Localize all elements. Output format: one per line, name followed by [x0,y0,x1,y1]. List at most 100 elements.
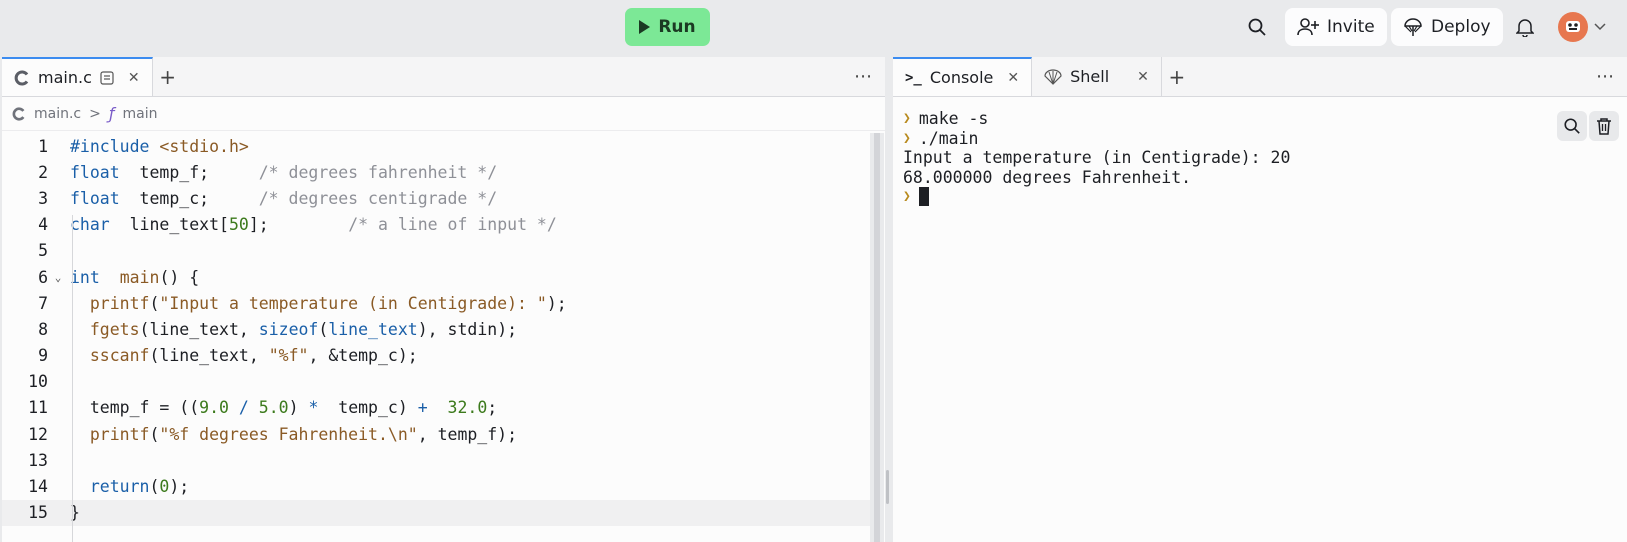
account-menu[interactable] [1558,8,1606,46]
bell-icon [1516,19,1534,37]
shell-icon [1044,68,1062,85]
console-line: ❯ make -s [903,109,989,128]
code-line[interactable]: 6 ⌄ int main() { [2,264,870,290]
invite-button[interactable]: Invite [1285,8,1387,46]
code-line[interactable]: 7 printf("Input a temperature (in Centig… [2,290,870,316]
prompt-icon: ❯ [903,189,911,204]
top-bar: Run Invite Deploy [0,0,1627,56]
code-text: printf("Input a temperature (in Centigra… [89,293,567,313]
breadcrumb-symbol[interactable]: main [123,106,158,122]
line-number: 7 [38,293,48,313]
pane-resize-handle[interactable] [886,470,889,504]
new-tab-button[interactable]: + [153,57,183,96]
run-button-label: Run [658,17,696,37]
console-tab-bar: >_ Console ✕ Shell ✕ + ⋯ [893,57,1627,97]
trash-icon [1597,118,1611,135]
code-line[interactable]: 10 [2,369,870,395]
fold-chevron-icon[interactable]: ⌄ [48,271,68,284]
line-number: 11 [28,398,48,418]
tab-main-c[interactable]: main.c ✕ [2,57,153,96]
code-text: float temp_c; /* degrees centigrade */ [70,188,498,208]
code-line[interactable]: 12 printf("%f degrees Fahrenheit.\n", te… [2,421,870,447]
console-pane: >_ Console ✕ Shell ✕ + ⋯ ❯ make -s ❯ ./main… [893,57,1627,542]
code-line[interactable]: 4 char line_text[50]; /* a line of input … [2,212,870,238]
breadcrumb-file[interactable]: main.c [34,106,81,122]
more-options-icon[interactable]: ⋯ [854,66,873,87]
cursor [918,187,929,207]
close-icon[interactable]: ✕ [1137,69,1149,85]
scrollbar-thumb[interactable] [874,133,880,542]
code-text: } [70,503,80,523]
console-search-button[interactable] [1557,111,1587,141]
console-line: 68.000000 degrees Fahrenheit. [903,167,1192,187]
code-line[interactable]: 5 [2,238,870,264]
line-number: 8 [38,319,48,339]
code-text: return(0); [89,477,190,497]
search-icon [1248,18,1266,36]
console-output[interactable]: ❯ make -s ❯ ./main Input a temperature (in C… [893,97,1627,219]
console-line: Input a temperature (in Centigrade): 20 [903,148,1291,167]
editor-pane: main.c ✕ + ⋯ main.c > ƒ main 1 #include <… [2,57,885,542]
function-icon: ƒ [108,104,115,123]
code-area[interactable]: 1 #include <stdio.h> 2 float temp_f; /* deg… [2,133,870,526]
add-user-icon [1297,18,1319,36]
chevron-down-icon [1594,23,1606,31]
run-button[interactable]: Run [625,8,710,46]
prompt-icon: ❯ [903,130,911,146]
close-icon[interactable]: ✕ [1007,70,1019,86]
new-tab-button[interactable]: + [1162,57,1192,96]
code-line[interactable]: 14 return(0); [2,473,870,499]
avatar [1558,12,1588,42]
code-line[interactable]: 8 fgets(line_text, sizeof(line_text), st… [2,316,870,342]
code-line[interactable]: 11 temp_f = ((9.0 / 5.0) * temp_c) + 32.… [2,395,870,421]
code-text: sscanf(line_text, "%f", &temp_c); [89,346,418,366]
breadcrumb: main.c > ƒ main [2,97,885,131]
line-number: 2 [38,162,48,182]
code-text: int main() { [70,267,200,287]
code-line[interactable]: 13 [2,447,870,473]
console-input-line[interactable]: ❯ [903,187,1617,207]
breadcrumb-separator: > [89,105,101,122]
code-text: float temp_f; /* degrees fahrenheit */ [70,162,498,182]
code-line[interactable]: 3 float temp_c; /* degrees centigrade */ [2,185,870,211]
c-language-icon [14,70,29,85]
search-icon [1564,118,1580,134]
line-number: 5 [38,241,48,261]
tab-label: Console [929,68,994,87]
notifications-button[interactable] [1506,8,1544,46]
close-icon[interactable]: ✕ [128,70,140,86]
deploy-button[interactable]: Deploy [1391,8,1503,46]
code-text: fgets(line_text, sizeof(line_text), stdi… [89,319,518,339]
code-line[interactable]: 9 sscanf(line_text, "%f", &temp_c); [2,343,870,369]
code-text: temp_f = ((9.0 / 5.0) * temp_c) + 32.0; [70,398,498,418]
console-icon: >_ [905,69,922,86]
deploy-icon [1404,18,1422,36]
tab-label: Shell [1070,67,1110,86]
preview-icon[interactable] [100,70,114,85]
code-line[interactable]: 15} [2,499,870,526]
prompt-icon: ❯ [903,111,911,126]
clear-console-button[interactable] [1589,111,1619,141]
code-line[interactable]: 2 float temp_f; /* degrees fahrenheit */ [2,159,870,185]
tab-console[interactable]: >_ Console ✕ [893,57,1033,96]
line-number: 6 [38,267,48,287]
console-toolbar [1557,111,1619,141]
line-number: 13 [28,450,48,470]
code-line[interactable]: 1 #include <stdio.h> [2,133,870,159]
more-options-icon[interactable]: ⋯ [1596,66,1615,87]
editor-tab-bar: main.c ✕ + ⋯ [2,57,885,97]
line-number: 3 [38,188,48,208]
c-language-icon [12,106,25,121]
deploy-label: Deploy [1431,17,1491,37]
search-button[interactable] [1238,8,1276,46]
tab-shell[interactable]: Shell ✕ [1032,57,1162,96]
play-icon [639,20,651,34]
line-number: 14 [28,477,48,497]
console-line: ❯ ./main [903,128,979,148]
line-number: 9 [38,346,48,366]
line-number: 10 [28,372,48,392]
tab-label: main.c [38,68,92,87]
line-number: 4 [38,215,48,235]
code-text: char line_text[50]; /* a line of input *… [70,215,557,235]
editor-scrollbar[interactable] [870,133,884,542]
